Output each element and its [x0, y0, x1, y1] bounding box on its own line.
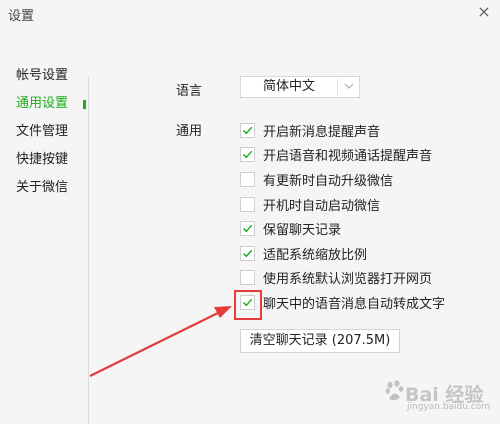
watermark-url: jingyan.baidu.com: [407, 402, 491, 412]
annotation-arrow: [89, 306, 232, 377]
watermark: Bai 经验 jingyan.baidu.com: [385, 372, 495, 416]
paw-icon: [385, 380, 404, 401]
